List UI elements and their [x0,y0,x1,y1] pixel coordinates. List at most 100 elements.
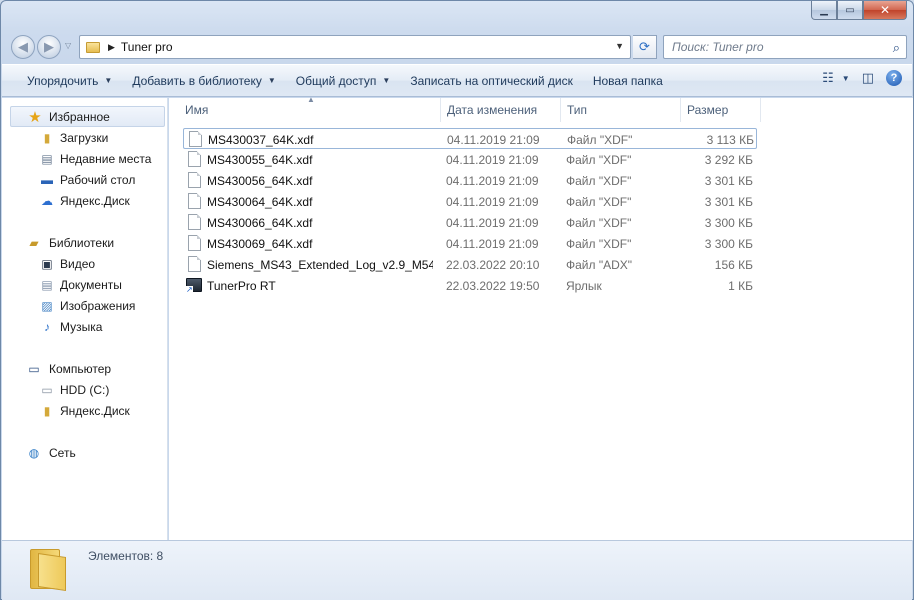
nav-item-label: Изображения [60,298,136,313]
xdf-file-icon [189,131,202,147]
nav-item-music[interactable]: ♪ Музыка [2,316,167,337]
refresh-icon: ⟳ [639,39,650,54]
file-date: 22.03.2022 19:50 [446,278,540,293]
nav-libraries-label: Библиотеки [49,235,115,250]
refresh-button[interactable]: ⟳ [633,35,657,59]
nav-favorites-label: Избранное [49,109,110,124]
file-date: 04.11.2019 21:09 [447,132,540,147]
forward-arrow-icon: ▶ [44,39,54,54]
file-type: Файл "XDF" [567,132,633,147]
nav-item-label: Загрузки [60,130,109,145]
nav-item-label: HDD (C:) [60,382,110,397]
nav-item-documents[interactable]: ▤ Документы [2,274,167,295]
file-row[interactable]: MS430037_64K.xdf 04.11.2019 21:09 Файл "… [183,128,757,149]
nav-item-label: Рабочий стол [60,172,136,187]
back-button[interactable]: ◀ [11,35,35,59]
shortcut-icon [186,278,202,294]
organize-button[interactable]: Упорядочить ▼ [17,69,122,93]
column-header-size[interactable]: Размер [681,98,761,122]
file-type: Файл "XDF" [566,173,632,188]
file-name: MS430055_64K.xdf [207,152,313,167]
file-row[interactable]: MS430064_64K.xdf 04.11.2019 21:09 Файл "… [183,191,757,212]
file-name: Siemens_MS43_Extended_Log_v2.9_M54B... [207,257,433,272]
chevron-down-icon: ▼ [104,76,113,85]
nav-item-label: Видео [60,256,96,271]
file-type: Файл "XDF" [566,152,632,167]
preview-pane-button[interactable]: ◫ [862,70,874,86]
maximize-icon: ▭ [845,4,855,16]
file-row[interactable]: MS430056_64K.xdf 04.11.2019 21:09 Файл "… [183,170,757,191]
share-button[interactable]: Общий доступ ▼ [286,69,401,93]
address-bar[interactable]: ▶ Tuner pro ▼ [79,35,631,59]
add-to-library-button[interactable]: Добавить в библиотеку ▼ [122,69,285,93]
address-history-dropdown[interactable]: ▼ [615,41,624,51]
forward-button[interactable]: ▶ [37,35,61,59]
navigation-pane: ★ Избранное ▮ Загрузки ▤ Недавние места … [2,98,168,540]
view-controls: ☷ ▼ ◫ ? [822,70,902,86]
file-date: 04.11.2019 21:09 [446,173,539,188]
column-header-type[interactable]: Тип [561,98,681,122]
column-header-name[interactable]: Имя [179,98,441,122]
nav-libraries[interactable]: ▰ Библиотеки [2,232,167,253]
nav-item-yandex-disk-drive[interactable]: ▮ Яндекс.Диск [2,400,167,421]
command-toolbar: Упорядочить ▼ Добавить в библиотеку ▼ Об… [2,64,912,97]
back-arrow-icon: ◀ [18,39,28,54]
burn-button[interactable]: Записать на оптический диск [400,69,583,93]
file-row[interactable]: TunerPro RT 22.03.2022 19:50 Ярлык 1 КБ [183,275,757,296]
column-headers: ▲ Имя Дата изменения Тип Размер [169,95,913,122]
column-header-date[interactable]: Дата изменения [441,98,561,122]
nav-item-pictures[interactable]: ▨ Изображения [2,295,167,316]
maximize-button[interactable]: ▭ [837,1,863,20]
breadcrumb-separator-icon[interactable]: ▶ [108,42,115,53]
file-size: 1 КБ [728,278,753,293]
file-row[interactable]: MS430066_64K.xdf 04.11.2019 21:09 Файл "… [183,212,757,233]
chevron-down-icon: ▽ [65,41,72,50]
file-name: MS430066_64K.xdf [207,215,313,230]
recent-places-icon: ▤ [41,151,53,166]
nav-item-videos[interactable]: ▣ Видео [2,253,167,274]
details-pane: Элементов: 8 [2,540,912,600]
close-button[interactable]: ✕ [863,1,907,20]
file-size: 3 113 КБ [706,132,754,147]
minimize-button[interactable]: ▁ [811,1,837,20]
nav-item-hdd-c[interactable]: ▭ HDD (C:) [2,379,167,400]
file-row[interactable]: MS430055_64K.xdf 04.11.2019 21:09 Файл "… [183,149,757,170]
nav-favorites[interactable]: ★ Избранное [10,106,165,127]
nav-network[interactable]: ◍ Сеть [2,442,167,463]
search-box[interactable]: ⌕ [663,35,907,59]
file-row[interactable]: MS430069_64K.xdf 04.11.2019 21:09 Файл "… [183,233,757,254]
new-folder-button[interactable]: Новая папка [583,69,673,93]
nav-network-label: Сеть [49,445,76,460]
nav-item-downloads[interactable]: ▮ Загрузки [2,127,167,148]
file-name: MS430069_64K.xdf [207,236,313,251]
burn-label: Записать на оптический диск [410,73,573,88]
file-type: Файл "XDF" [566,215,632,230]
add-to-library-label: Добавить в библиотеку [132,73,262,88]
file-type: Файл "ADX" [566,257,633,272]
hard-drive-icon: ▭ [41,382,53,397]
column-header-label: Имя [185,103,209,117]
file-row[interactable]: Siemens_MS43_Extended_Log_v2.9_M54B... 2… [183,254,757,275]
file-date: 04.11.2019 21:09 [446,152,539,167]
help-icon[interactable]: ? [886,70,902,86]
nav-item-label: Яндекс.Диск [60,193,130,208]
xdf-file-icon [188,214,201,230]
network-icon: ◍ [28,445,40,460]
new-folder-label: Новая папка [592,73,663,88]
video-icon: ▣ [41,256,53,271]
preview-pane-icon: ◫ [861,70,874,85]
file-name: MS430056_64K.xdf [207,173,313,188]
search-input[interactable] [672,40,872,54]
search-icon[interactable]: ⌕ [893,40,900,56]
file-type: Ярлык [566,278,602,293]
column-header-label: Дата изменения [447,103,538,117]
nav-item-yandex-disk[interactable]: ☁ Яндекс.Диск [2,190,167,211]
nav-item-recent-places[interactable]: ▤ Недавние места [2,148,167,169]
recent-pages-dropdown[interactable]: ▽ [65,41,71,50]
change-view-button[interactable]: ☷ ▼ [822,70,850,86]
minimize-icon: ▁ [820,4,828,16]
breadcrumb-tuner-pro[interactable]: Tuner pro [121,40,173,54]
folder-icon [86,41,100,53]
nav-computer[interactable]: ▭ Компьютер [2,358,167,379]
nav-item-desktop[interactable]: ▬ Рабочий стол [2,169,167,190]
